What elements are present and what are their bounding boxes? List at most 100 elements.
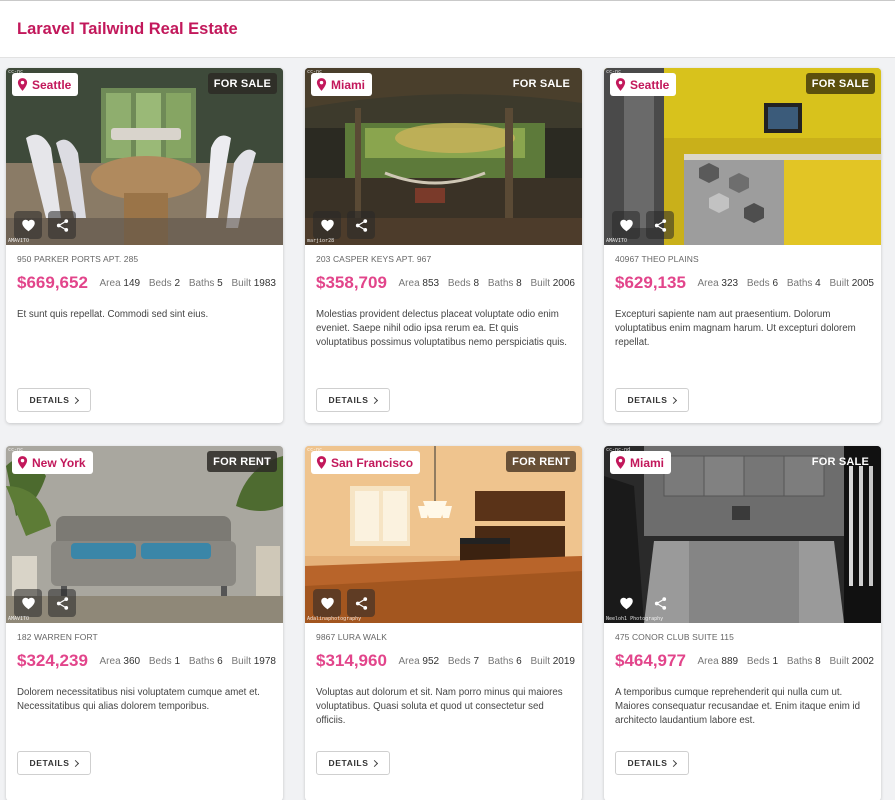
city-label: San Francisco [331, 455, 414, 470]
city-badge: Seattle [610, 73, 677, 96]
city-badge: Miami [610, 451, 672, 474]
built-label: Built [231, 278, 251, 289]
city-label: Seattle [32, 77, 72, 92]
listing-price: $314,960 [316, 651, 387, 670]
listing-card: cc-nc New York FOR RENT AMAVITO 182 Warr… [6, 446, 283, 800]
heart-icon [21, 219, 35, 232]
app-title[interactable]: Laravel Tailwind Real Estate [17, 20, 238, 39]
favorite-button[interactable] [313, 211, 341, 239]
chevron-right-icon [670, 759, 678, 767]
listing-photo[interactable]: cc-nc-nd Miami FOR SALE Neeloh1 Photogra… [604, 446, 881, 623]
city-badge: Miami [311, 73, 373, 96]
share-button[interactable] [646, 589, 674, 617]
listing-description: Molestias provident delectus placeat vol… [316, 309, 567, 348]
baths-label: Baths [188, 656, 215, 667]
share-button[interactable] [347, 211, 375, 239]
chevron-right-icon [371, 396, 379, 404]
details-button[interactable]: DETAILS [316, 388, 390, 412]
share-icon [355, 596, 367, 610]
area-value: 149 [123, 278, 141, 289]
listing-photo[interactable]: cc-nc Miami FOR SALE marjior28 [305, 68, 582, 245]
listing-address: 182 Warren Fort [17, 632, 98, 642]
location-pin-icon [615, 78, 626, 91]
listing-address: 950 Parker Ports Apt. 285 [17, 254, 139, 264]
location-pin-icon [17, 456, 28, 469]
beds-label: Beds [746, 656, 770, 667]
area-value: 952 [422, 656, 440, 667]
listing-address: 9867 Lura Walk [316, 632, 388, 642]
listing-price: $464,977 [615, 651, 686, 670]
listing-address: 475 Conor Club Suite 115 [615, 632, 734, 642]
favorite-button[interactable] [14, 589, 42, 617]
baths-value: 6 [516, 656, 522, 667]
listing-description: Et sunt quis repellat. Commodi sed sint … [17, 309, 209, 320]
chevron-right-icon [670, 396, 678, 404]
share-button[interactable] [48, 211, 76, 239]
beds-label: Beds [148, 656, 172, 667]
heart-icon [619, 219, 633, 232]
details-button[interactable]: DETAILS [615, 388, 689, 412]
listing-price: $324,239 [17, 651, 88, 670]
beds-value: 2 [174, 278, 181, 289]
listing-stats: Area 952 Beds 7 Baths 6 Built 2019 [399, 656, 575, 667]
listing-photo[interactable]: cc-nc San Francisco FOR RENT Adalinaphot… [305, 446, 582, 623]
baths-label: Baths [487, 656, 514, 667]
share-button[interactable] [347, 589, 375, 617]
baths-label: Baths [786, 656, 813, 667]
area-value: 360 [123, 656, 141, 667]
favorite-button[interactable] [612, 211, 640, 239]
status-badge: FOR RENT [506, 451, 576, 472]
details-button[interactable]: DETAILS [615, 751, 689, 775]
heart-icon [320, 219, 334, 232]
baths-value: 8 [516, 278, 522, 289]
heart-icon [21, 597, 35, 610]
city-badge: San Francisco [311, 451, 421, 474]
details-button[interactable]: DETAILS [316, 751, 390, 775]
details-button[interactable]: DETAILS [17, 751, 91, 775]
area-label: Area [398, 656, 420, 667]
details-button[interactable]: DETAILS [17, 388, 91, 412]
built-value: 2006 [552, 278, 575, 289]
built-value: 1978 [253, 656, 276, 667]
share-button[interactable] [646, 211, 674, 239]
city-badge: Seattle [12, 73, 79, 96]
favorite-button[interactable] [313, 589, 341, 617]
listing-description: A temporibus cumque reprehenderit qui nu… [615, 687, 861, 726]
favorite-button[interactable] [14, 211, 42, 239]
listing-photo[interactable]: cc-nc Seattle FOR SALE AMAVITO [6, 68, 283, 245]
built-value: 2005 [851, 278, 874, 289]
heart-icon [619, 597, 633, 610]
city-label: Miami [331, 77, 366, 92]
top-navbar: Laravel Tailwind Real Estate [0, 0, 895, 58]
listing-photo[interactable]: cc-nc New York FOR RENT AMAVITO [6, 446, 283, 623]
listing-price: $669,652 [17, 273, 88, 292]
baths-label: Baths [786, 278, 813, 289]
photo-credit: Neeloh1 Photography [606, 616, 664, 622]
beds-value: 6 [772, 278, 779, 289]
share-button[interactable] [48, 589, 76, 617]
city-label: Seattle [630, 77, 670, 92]
listing-stats: Area 889 Beds 1 Baths 8 Built 2002 [698, 656, 874, 667]
details-button-label: DETAILS [627, 758, 668, 768]
status-badge: FOR SALE [207, 73, 277, 94]
share-icon [654, 596, 666, 610]
listing-description: Voluptas aut dolorum et sit. Nam porro m… [316, 687, 563, 726]
details-button-label: DETAILS [29, 758, 70, 768]
beds-value: 7 [473, 656, 480, 667]
built-value: 1983 [253, 278, 276, 289]
photo-credit: AMAVITO [8, 616, 30, 622]
area-value: 853 [422, 278, 440, 289]
city-badge: New York [12, 451, 93, 474]
listing-address: 40967 Theo Plains [615, 254, 699, 264]
listing-price: $629,135 [615, 273, 686, 292]
listing-photo[interactable]: cc-nc Seattle FOR SALE AMAVITO [604, 68, 881, 245]
photo-credit: AMAVITO [606, 238, 628, 244]
favorite-button[interactable] [612, 589, 640, 617]
built-label: Built [829, 656, 849, 667]
share-icon [654, 218, 666, 232]
listing-card: cc-nc-nd Miami FOR SALE Neeloh1 Photogra… [604, 446, 881, 800]
details-button-label: DETAILS [328, 758, 369, 768]
beds-label: Beds [746, 278, 770, 289]
baths-label: Baths [188, 278, 215, 289]
baths-value: 6 [217, 656, 223, 667]
